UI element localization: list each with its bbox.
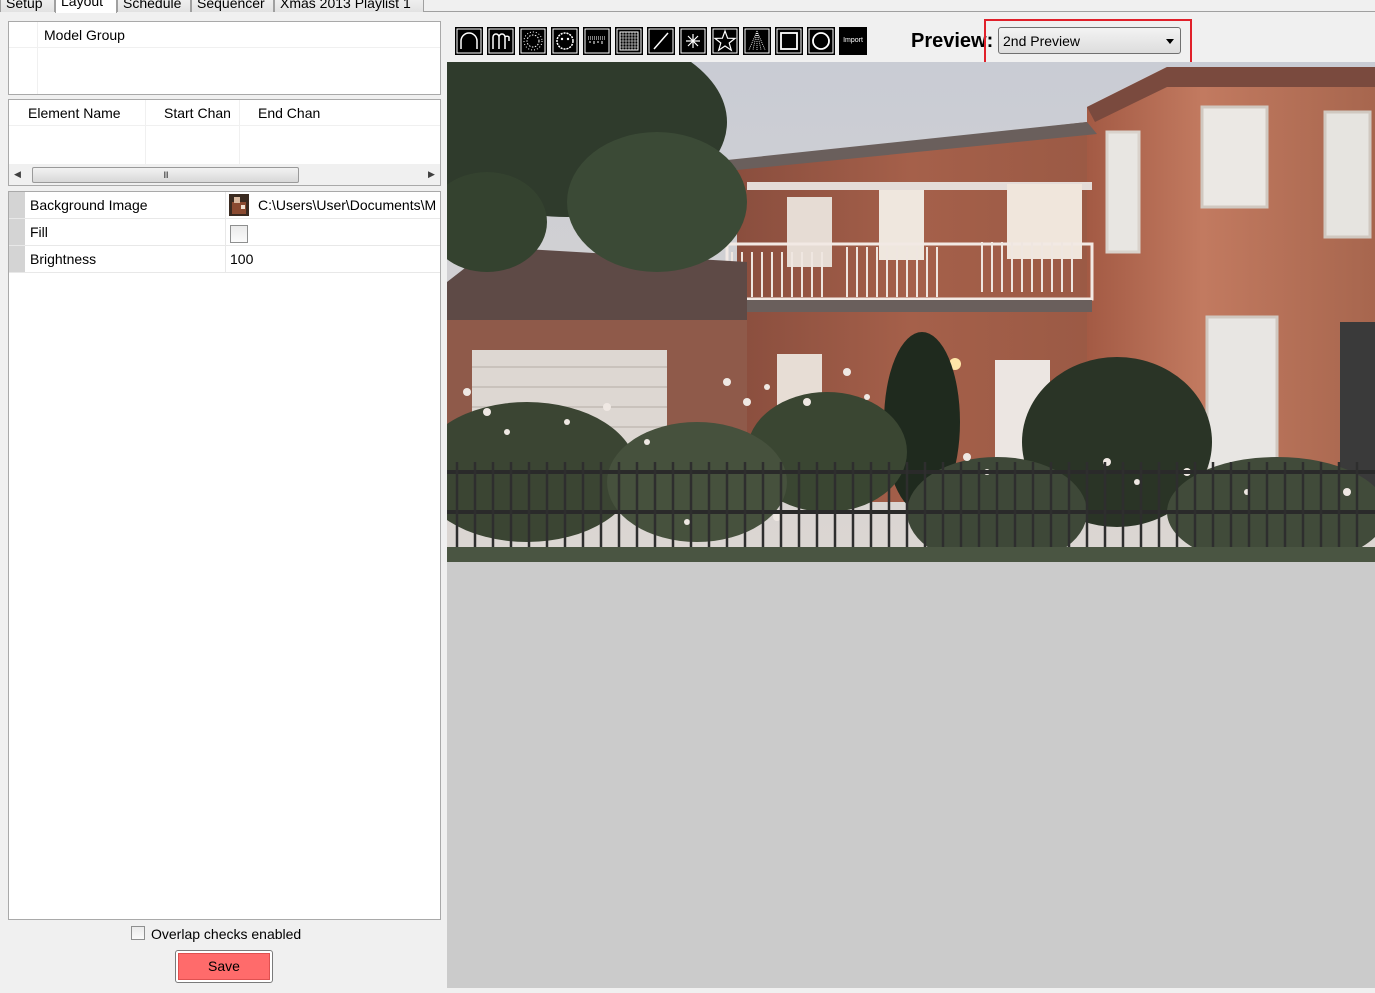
column-end-chan[interactable]: End Chan: [258, 100, 320, 126]
save-button-label: Save: [178, 953, 270, 980]
candy-cane-tool-button[interactable]: [487, 27, 515, 55]
save-button[interactable]: Save: [175, 950, 273, 983]
arch-icon: [456, 28, 482, 54]
candy-cane-icon: [488, 28, 514, 54]
tab-layout[interactable]: Layout: [55, 0, 117, 13]
matrix-tool-button[interactable]: [615, 27, 643, 55]
icicles-tool-button[interactable]: [583, 27, 611, 55]
wreath-icon: [552, 28, 578, 54]
scroll-left-icon[interactable]: ◀: [9, 164, 26, 185]
element-grid-header: Element Name Start Chan End Chan: [9, 100, 440, 126]
wreath-tool-button[interactable]: [551, 27, 579, 55]
overlap-checkbox[interactable]: [131, 926, 145, 940]
preview-label: Preview:: [911, 30, 994, 52]
background-image-path[interactable]: C:\Users\User\Documents\M: [258, 192, 436, 219]
tree-tool-button[interactable]: [743, 27, 771, 55]
import-icon[interactable]: Import: [839, 27, 867, 55]
matrix-icon: [616, 28, 642, 54]
column-element-name[interactable]: Element Name: [28, 100, 121, 126]
element-grid[interactable]: Element Name Start Chan End Chan ◀ III ▶: [8, 99, 441, 186]
fill-checkbox[interactable]: [230, 225, 248, 243]
image-thumbnail-icon: [229, 194, 249, 216]
tab-schedule[interactable]: Schedule: [117, 0, 191, 12]
house-photo-image: [447, 62, 1375, 562]
rectangle-tool-button[interactable]: [775, 27, 803, 55]
property-name: Fill: [30, 224, 48, 240]
arch-tool-button[interactable]: [455, 27, 483, 55]
tab-setup[interactable]: Setup: [0, 0, 55, 12]
circle-icon: [808, 28, 834, 54]
tab-bar: Setup Layout Schedule Sequencer Xmas 201…: [0, 0, 1375, 13]
scroll-thumb[interactable]: III: [32, 167, 299, 183]
tab-sequencer[interactable]: Sequencer: [191, 0, 274, 12]
star-icon: [712, 28, 738, 54]
background-photo: [447, 62, 1375, 562]
single-line-icon: [648, 28, 674, 54]
element-grid-hscrollbar[interactable]: ◀ III ▶: [9, 164, 440, 185]
column-divider: [239, 100, 240, 164]
spinner-icon: [520, 28, 546, 54]
tab-playlist[interactable]: Xmas 2013 Playlist 1: [274, 0, 424, 12]
brightness-value[interactable]: 100: [230, 246, 253, 273]
property-name: Background Image: [30, 197, 148, 213]
property-row-fill[interactable]: Fill: [9, 219, 440, 246]
column-start-chan[interactable]: Start Chan: [164, 100, 231, 126]
property-row-brightness[interactable]: Brightness 100: [9, 246, 440, 273]
single-line-tool-button[interactable]: [647, 27, 675, 55]
rectangle-icon: [776, 28, 802, 54]
model-group-column-header[interactable]: Model Group: [44, 22, 125, 48]
model-group-header: Model Group: [9, 22, 440, 48]
row-header-divider: [37, 22, 38, 94]
spinner-tool-button[interactable]: [519, 27, 547, 55]
preview-canvas[interactable]: [447, 62, 1375, 988]
circle-tool-button[interactable]: [807, 27, 835, 55]
scroll-right-icon[interactable]: ▶: [423, 164, 440, 185]
column-divider: [145, 100, 146, 164]
property-row-background-image[interactable]: Background Image C:\Users\User\Documents…: [9, 192, 440, 219]
starburst-icon: [680, 28, 706, 54]
starburst-tool-button[interactable]: [679, 27, 707, 55]
property-grid: Background Image C:\Users\User\Documents…: [8, 191, 441, 920]
icicles-icon: [584, 28, 610, 54]
overlap-checkbox-label[interactable]: Overlap checks enabled: [151, 924, 301, 944]
model-group-list[interactable]: Model Group: [8, 21, 441, 95]
property-name: Brightness: [30, 251, 97, 267]
callout-highlight-box: [984, 19, 1192, 68]
star-tool-button[interactable]: [711, 27, 739, 55]
tree-icon: [744, 28, 770, 54]
